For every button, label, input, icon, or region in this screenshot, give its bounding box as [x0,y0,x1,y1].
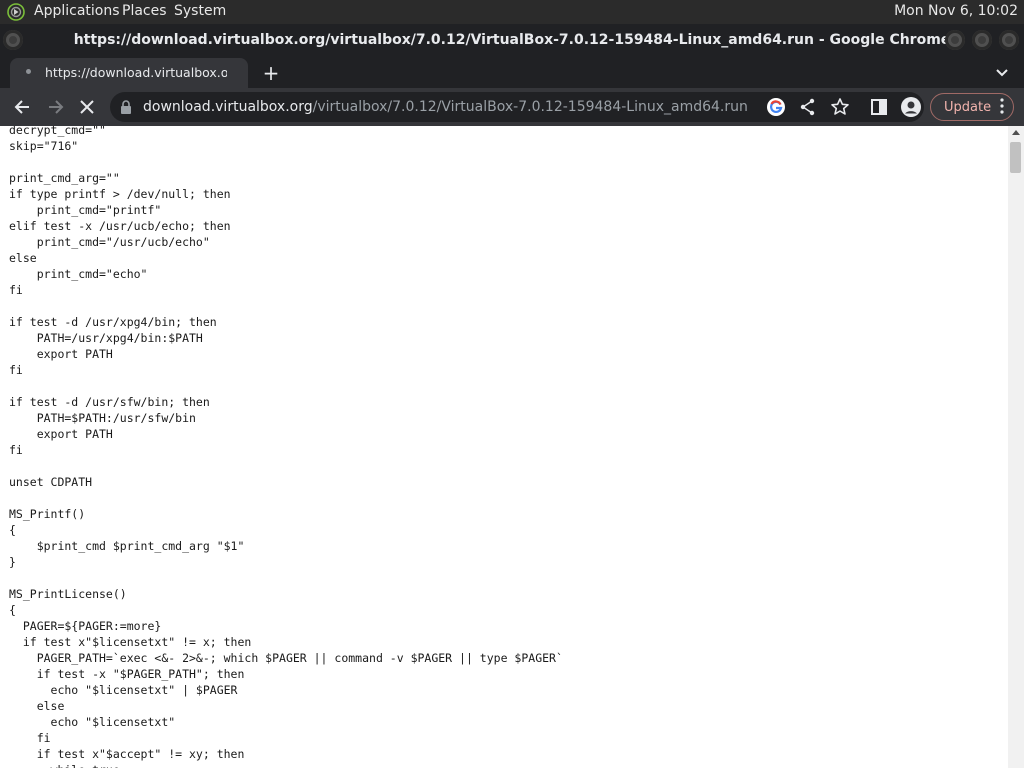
code-line: export PATH [9,427,113,441]
scrollbar-thumb[interactable] [1010,142,1021,173]
page-content[interactable]: decrypt_cmd="" skip="716" print_cmd_arg="… [0,126,1008,768]
code-line: print_cmd="printf" [9,203,162,217]
code-line: } [9,555,16,569]
menu-places[interactable]: Places [122,3,167,19]
panel-clock[interactable]: Mon Nov 6, 10:02 [894,3,1018,19]
code-line: else [9,699,65,713]
window-title: https://download.virtualbox.org/virtualb… [73,32,951,48]
tab-active[interactable]: https://download.virtualbox.org/virtualb… [10,58,248,88]
url-path: /virtualbox/7.0.12/VirtualBox-7.0.12-159… [312,99,748,115]
window-titlebar[interactable]: https://download.virtualbox.org/virtualb… [0,24,1024,58]
code-line: else [9,251,37,265]
code-line: if test x"$accept" != xy; then [9,747,245,761]
profile-icon[interactable] [901,97,921,117]
code-line: PATH=/usr/xpg4/bin:$PATH [9,331,203,345]
code-line: while true [9,762,563,768]
code-line: { [9,603,16,617]
code-line: { [9,523,16,537]
code-line: echo "$licensetxt" | $PAGER [9,683,238,697]
tab-title: https://download.virtualbox.org/virtualb… [45,65,227,80]
code-line: PAGER_PATH=`exec <&- 2>&-; which $PAGER … [9,651,563,665]
code-line: echo "$licensetxt" [9,715,176,729]
more-vert-icon[interactable] [1000,98,1004,114]
stop-loading-icon[interactable] [77,97,97,117]
star-icon[interactable] [830,97,850,117]
code-line: print_cmd="/usr/ucb/echo" [9,235,210,249]
code-line: MS_Printf() [9,507,86,521]
google-lens-icon[interactable] [766,97,786,117]
close-window-icon[interactable] [999,30,1019,50]
code-line: fi [9,363,23,377]
code-line: if type printf > /dev/null; then [9,187,231,201]
code-line: if test -x "$PAGER_PATH"; then [9,667,245,681]
forward-arrow-icon[interactable] [45,97,65,117]
scroll-up-icon[interactable] [1012,130,1020,135]
code-line: print_cmd_arg="" [9,171,120,185]
code-line: if test x"$licensetxt" != x; then [9,635,252,649]
vertical-scrollbar[interactable] [1008,126,1024,768]
code-line: PAGER=${PAGER:=more} [9,619,162,633]
script-source: decrypt_cmd="" skip="716" print_cmd_arg="… [9,126,563,768]
update-button[interactable]: Update [930,93,1014,121]
code-line: decrypt_cmd="" [9,126,106,137]
share-icon[interactable] [798,97,818,117]
code-line: print_cmd="echo" [9,267,148,281]
code-line: $print_cmd $print_cmd_arg "$1" [9,539,245,553]
menu-applications[interactable]: Applications [34,3,120,19]
sidebar-icon[interactable] [869,97,889,117]
tab-strip: https://download.virtualbox.org/virtualb… [0,58,1024,88]
minimize-window-icon[interactable] [945,30,965,50]
code-line: elif test -x /usr/ucb/echo; then [9,219,231,233]
code-line: if test -d /usr/sfw/bin; then [9,395,210,409]
code-line: export PATH [9,347,113,361]
code-line: fi [9,283,23,297]
new-tab-button[interactable]: + [260,61,282,85]
url-text[interactable]: download.virtualbox.org/virtualbox/7.0.1… [143,99,748,115]
update-label: Update [944,100,992,115]
code-line: if test -d /usr/xpg4/bin; then [9,315,217,329]
spinner-icon [26,69,31,74]
code-line: skip="716" [9,139,79,153]
code-line: MS_PrintLicense() [9,587,127,601]
address-bar[interactable]: download.virtualbox.org/virtualbox/7.0.1… [110,92,924,122]
menu-system[interactable]: System [174,3,226,19]
chevron-down-icon[interactable] [992,64,1012,82]
code-line: fi [9,731,51,745]
code-line: unset CDPATH [9,475,93,489]
browser-toolbar: download.virtualbox.org/virtualbox/7.0.1… [0,88,1024,126]
top-panel: Applications Places System Mon Nov 6, 10… [0,0,1024,24]
os-logo-icon[interactable] [7,3,25,21]
back-arrow-icon[interactable] [13,97,33,117]
code-line: PATH=$PATH:/usr/sfw/bin [9,411,196,425]
maximize-window-icon[interactable] [972,30,992,50]
lock-icon[interactable] [120,100,132,114]
code-line: fi [9,443,23,457]
url-host: download.virtualbox.org [143,99,313,115]
